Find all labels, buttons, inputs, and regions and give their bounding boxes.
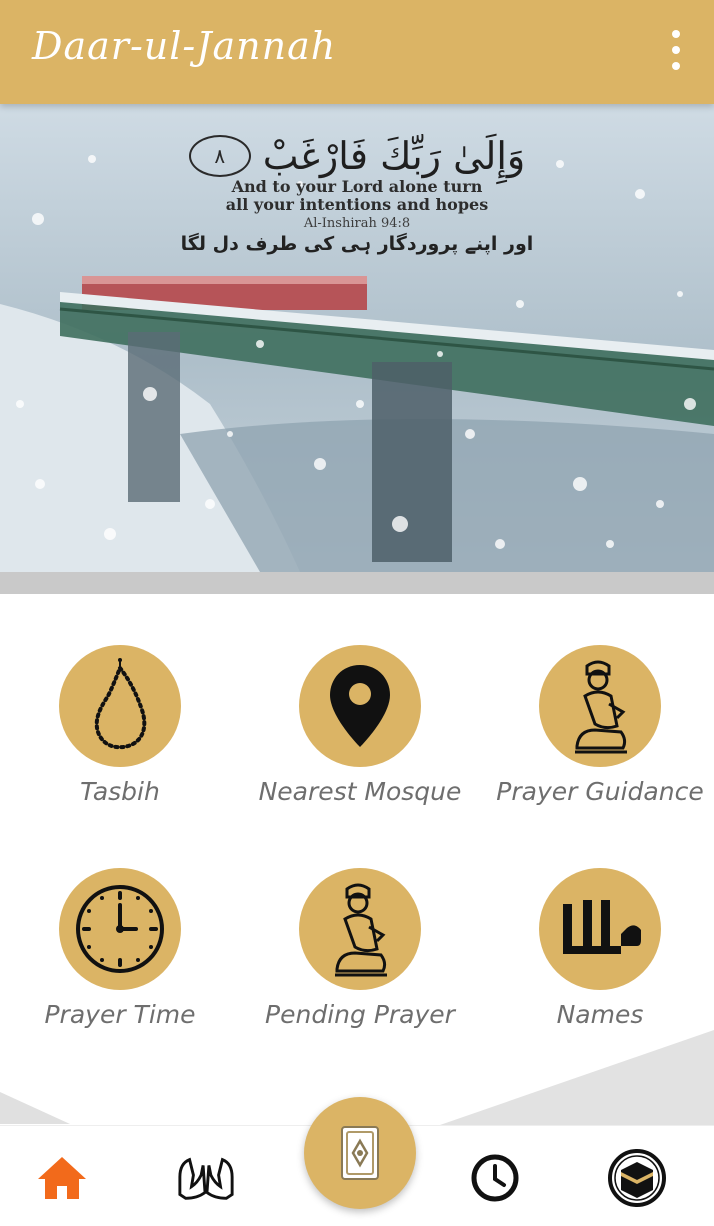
app-title: Daar-ul-Jannah — [32, 24, 337, 68]
ayah-number: ٨ — [188, 135, 251, 177]
quran-book-icon — [341, 1126, 379, 1180]
home-icon — [38, 1157, 86, 1199]
nav-dua[interactable] — [176, 1148, 236, 1208]
nav-history[interactable] — [465, 1148, 525, 1208]
clock-icon — [471, 1154, 519, 1202]
nav-home[interactable] — [32, 1148, 92, 1208]
quote-block: وَإِلَىٰ رَبِّكَ فَارْغَبْ ٨ And to your… — [0, 134, 714, 255]
kaaba-icon — [608, 1149, 666, 1207]
decor-wedge-left — [0, 1092, 70, 1124]
praying-man-icon — [539, 645, 661, 767]
english-line-2: all your intentions and hopes — [225, 195, 489, 214]
praying-man-icon — [299, 868, 421, 990]
banner-image: وَإِلَىٰ رَبِّكَ فَارْغَبْ ٨ And to your… — [0, 104, 714, 572]
english-line-1: And to your Lord alone turn — [231, 177, 483, 196]
tile-label: Nearest Mosque — [258, 777, 462, 806]
clock-icon — [59, 868, 181, 990]
location-pin-icon — [299, 645, 421, 767]
tile-prayer-guidance[interactable]: Prayer Guidance — [490, 645, 710, 806]
more-vert-icon[interactable] — [664, 30, 688, 70]
tile-nearest-mosque[interactable]: Nearest Mosque — [250, 645, 470, 806]
tile-label: Tasbih — [80, 777, 160, 806]
tile-label: Names — [556, 1000, 644, 1029]
tile-label: Pending Prayer — [265, 1000, 455, 1029]
tasbih-beads-icon — [59, 645, 181, 767]
decor-wedge-right — [440, 1030, 714, 1125]
tile-names[interactable]: Names — [490, 868, 710, 1029]
tile-label: Prayer Guidance — [496, 777, 704, 806]
app-bar: Daar-ul-Jannah — [0, 0, 714, 104]
quran-button[interactable] — [304, 1097, 416, 1209]
urdu-translation: اور اپنے پروردگار ہی کی طرف دل لگا — [180, 233, 534, 255]
praying-hands-icon — [178, 1157, 234, 1200]
allah-calligraphy-icon — [539, 868, 661, 990]
tile-pending-prayer[interactable]: Pending Prayer — [250, 868, 470, 1029]
arabic-verse-text: وَإِلَىٰ رَبِّكَ فَارْغَبْ — [262, 134, 526, 178]
nav-kaaba[interactable] — [607, 1148, 667, 1208]
tile-prayer-time[interactable]: Prayer Time — [10, 868, 230, 1029]
arabic-verse: وَإِلَىٰ رَبِّكَ فَارْغَبْ ٨ — [188, 134, 526, 178]
verse-reference: Al-Inshirah 94:8 — [303, 216, 411, 231]
banner-divider — [0, 572, 714, 594]
tile-label: Prayer Time — [44, 1000, 196, 1029]
tile-tasbih[interactable]: Tasbih — [10, 645, 230, 806]
